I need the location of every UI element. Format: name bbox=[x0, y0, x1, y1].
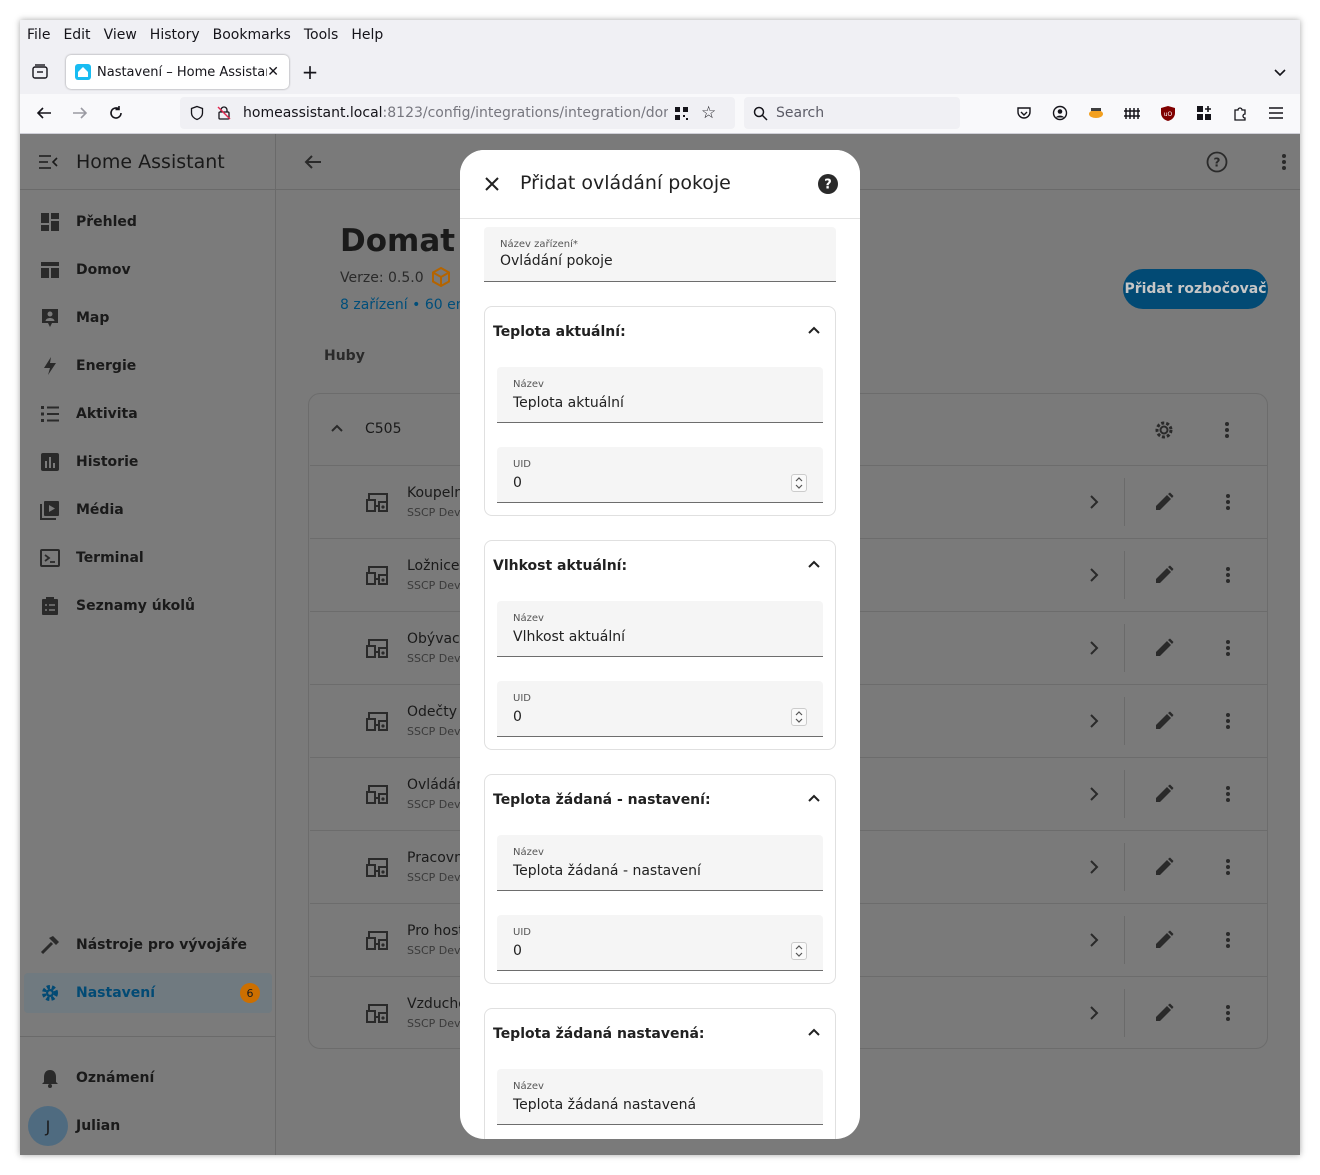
back-icon[interactable] bbox=[33, 102, 55, 124]
insecure-lock-icon[interactable] bbox=[216, 105, 232, 121]
browser-window: File Edit View History Bookmarks Tools H… bbox=[20, 20, 1300, 1155]
name-value: Teplota aktuální bbox=[513, 395, 624, 411]
extensions-puzzle-icon[interactable] bbox=[1229, 102, 1251, 124]
name-field[interactable]: Název Teplota aktuální bbox=[497, 367, 823, 423]
url-bar[interactable]: homeassistant.local:8123/config/integrat… bbox=[180, 97, 735, 129]
search-bar[interactable]: Search bbox=[744, 97, 960, 129]
chevron-up-icon[interactable] bbox=[805, 555, 823, 573]
name-field[interactable]: Název Teplota žádaná nastavená bbox=[497, 1069, 823, 1125]
menu-edit[interactable]: Edit bbox=[63, 27, 90, 43]
menu-help[interactable]: Help bbox=[351, 27, 383, 43]
device-name-label: Název zařízení* bbox=[500, 239, 578, 250]
svg-text:?: ? bbox=[824, 178, 832, 193]
name-field[interactable]: Název Vlhkost aktuální bbox=[497, 601, 823, 657]
navigation-bar: homeassistant.local:8123/config/integrat… bbox=[20, 94, 1300, 134]
section-teplota-zadana-nastaveni: Teplota žádaná - nastavení: Název Teplot… bbox=[484, 774, 836, 984]
tab-bar: Nastavení – Home Assistant ✕ + bbox=[20, 50, 1300, 94]
number-spinner[interactable] bbox=[791, 708, 807, 726]
tab-overview-icon[interactable] bbox=[29, 61, 51, 83]
hamburger-menu-icon[interactable] bbox=[1265, 102, 1287, 124]
name-field[interactable]: Název Teplota žádaná - nastavení bbox=[497, 835, 823, 891]
bookmark-star-icon[interactable]: ☆ bbox=[701, 103, 716, 123]
extension-fence-icon[interactable] bbox=[1121, 102, 1143, 124]
menu-tools[interactable]: Tools bbox=[304, 27, 339, 43]
name-value: Teplota žádaná nastavená bbox=[513, 1097, 697, 1113]
uid-label: UID bbox=[513, 693, 531, 704]
help-icon[interactable]: ? bbox=[817, 173, 839, 195]
menu-bookmarks[interactable]: Bookmarks bbox=[213, 27, 291, 43]
home-assistant-favicon bbox=[75, 64, 91, 80]
number-spinner[interactable] bbox=[791, 474, 807, 492]
device-name-value: Ovládání pokoje bbox=[500, 253, 613, 269]
pocket-icon[interactable] bbox=[1013, 102, 1035, 124]
chevron-up-icon[interactable] bbox=[805, 1023, 823, 1041]
section-vlhkost-aktualni: Vlhkost aktuální: Název Vlhkost aktuální… bbox=[484, 540, 836, 750]
menu-file[interactable]: File bbox=[27, 27, 50, 43]
account-icon[interactable] bbox=[1049, 102, 1071, 124]
section-header: Teplota aktuální: bbox=[493, 324, 626, 340]
uid-value: 0 bbox=[513, 475, 522, 491]
tab-title: Nastavení – Home Assistant bbox=[97, 64, 268, 80]
section-header: Teplota žádaná nastavená: bbox=[493, 1026, 705, 1042]
list-tabs-chevron-icon[interactable] bbox=[1269, 61, 1291, 83]
qr-code-icon[interactable] bbox=[674, 106, 689, 121]
reload-icon[interactable] bbox=[105, 102, 127, 124]
svg-text:uO: uO bbox=[1164, 111, 1173, 118]
search-placeholder: Search bbox=[776, 105, 825, 121]
number-spinner[interactable] bbox=[791, 942, 807, 960]
device-name-field[interactable]: Název zařízení* Ovládání pokoje bbox=[484, 227, 836, 282]
uid-field[interactable]: UID 0 bbox=[497, 681, 823, 737]
url-host: homeassistant.local bbox=[243, 105, 383, 121]
name-label: Název bbox=[513, 613, 544, 624]
uid-field[interactable]: UID 0 bbox=[497, 915, 823, 971]
url-path: :8123/config/integrations/integration/do… bbox=[382, 105, 668, 121]
menu-view[interactable]: View bbox=[104, 27, 137, 43]
menu-history[interactable]: History bbox=[150, 27, 200, 43]
uid-label: UID bbox=[513, 927, 531, 938]
tab-settings[interactable]: Nastavení – Home Assistant ✕ bbox=[66, 55, 289, 89]
uid-value: 0 bbox=[513, 943, 522, 959]
section-teplota-aktualni: Teplota aktuální: Název Teplota aktuální… bbox=[484, 306, 836, 516]
section-header: Teplota žádaná - nastavení: bbox=[493, 792, 711, 808]
name-label: Název bbox=[513, 847, 544, 858]
name-label: Název bbox=[513, 1081, 544, 1092]
close-icon[interactable] bbox=[484, 176, 500, 192]
uid-label: UID bbox=[513, 459, 531, 470]
chevron-up-icon[interactable] bbox=[805, 321, 823, 339]
shield-icon[interactable] bbox=[189, 105, 205, 121]
url-text: homeassistant.local:8123/config/integrat… bbox=[243, 105, 668, 121]
uid-field[interactable]: UID 0 bbox=[497, 447, 823, 503]
dialog-header: Přidat ovládání pokoje ? bbox=[460, 150, 860, 219]
add-room-control-dialog: Přidat ovládání pokoje ? Název zařízení*… bbox=[460, 150, 860, 1139]
chevron-up-icon[interactable] bbox=[805, 789, 823, 807]
new-tab-icon[interactable]: + bbox=[299, 60, 321, 84]
name-value: Teplota žádaná - nastavení bbox=[513, 863, 701, 879]
uid-value: 0 bbox=[513, 709, 522, 725]
search-icon bbox=[753, 106, 768, 121]
forward-icon[interactable] bbox=[69, 102, 91, 124]
name-label: Název bbox=[513, 379, 544, 390]
section-header: Vlhkost aktuální: bbox=[493, 558, 628, 574]
section-teplota-zadana-nastavena: Teplota žádaná nastavená: Název Teplota … bbox=[484, 1008, 836, 1139]
close-tab-icon[interactable]: ✕ bbox=[267, 64, 279, 80]
name-value: Vlhkost aktuální bbox=[513, 629, 626, 645]
extension-grid-icon[interactable] bbox=[1193, 102, 1215, 124]
extension-bird-icon[interactable] bbox=[1085, 102, 1107, 124]
dialog-title: Přidat ovládání pokoje bbox=[520, 172, 731, 194]
ublock-origin-icon[interactable]: uO bbox=[1157, 102, 1179, 124]
menu-bar: File Edit View History Bookmarks Tools H… bbox=[20, 20, 1300, 50]
